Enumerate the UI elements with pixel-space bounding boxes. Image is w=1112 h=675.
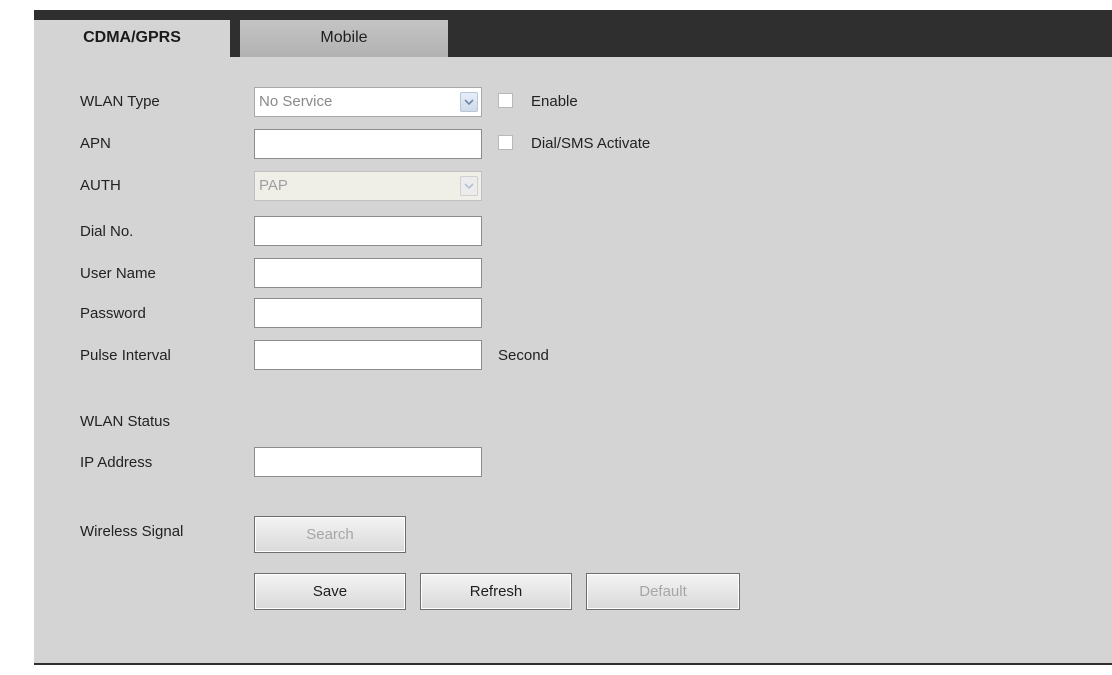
wireless-signal-label: Wireless Signal bbox=[80, 523, 184, 540]
chevron-down-icon[interactable] bbox=[460, 176, 478, 196]
dial-no-input[interactable] bbox=[254, 216, 482, 246]
dial-sms-activate-label: Dial/SMS Activate bbox=[531, 135, 651, 152]
dial-no-label: Dial No. bbox=[80, 223, 134, 240]
refresh-button[interactable]: Refresh bbox=[420, 573, 572, 610]
wlan-status-label: WLAN Status bbox=[80, 413, 171, 430]
ip-address-label: IP Address bbox=[80, 454, 153, 471]
tab-cdma-gprs[interactable]: CDMA/GPRS bbox=[34, 20, 230, 57]
apn-label: APN bbox=[80, 135, 111, 152]
auth-selected: PAP bbox=[259, 177, 288, 194]
apn-input[interactable] bbox=[254, 129, 482, 159]
password-label: Password bbox=[80, 305, 146, 322]
settings-panel: WLAN Type No Service Enable APN Dial/SMS… bbox=[34, 57, 1112, 663]
user-name-input[interactable] bbox=[254, 258, 482, 288]
ip-address-input[interactable] bbox=[254, 447, 482, 477]
enable-checkbox[interactable] bbox=[498, 93, 513, 108]
search-button[interactable]: Search bbox=[254, 516, 406, 553]
pulse-interval-input[interactable] bbox=[254, 340, 482, 370]
wlan-type-selected: No Service bbox=[259, 93, 333, 110]
settings-window: CDMA/GPRS Mobile WLAN Type No Service En… bbox=[34, 10, 1112, 665]
password-input[interactable] bbox=[254, 298, 482, 328]
pulse-interval-label: Pulse Interval bbox=[80, 347, 171, 364]
wlan-type-select[interactable]: No Service bbox=[254, 87, 482, 117]
auth-select[interactable]: PAP bbox=[254, 171, 482, 201]
enable-label: Enable bbox=[531, 93, 578, 110]
wlan-type-label: WLAN Type bbox=[80, 93, 160, 110]
auth-label: AUTH bbox=[80, 177, 121, 194]
user-name-label: User Name bbox=[80, 265, 156, 282]
tab-bar: CDMA/GPRS Mobile bbox=[34, 10, 1112, 57]
pulse-interval-unit: Second bbox=[498, 347, 549, 364]
dial-sms-activate-checkbox[interactable] bbox=[498, 135, 513, 150]
tab-mobile[interactable]: Mobile bbox=[240, 20, 448, 57]
chevron-down-icon[interactable] bbox=[460, 92, 478, 112]
save-button[interactable]: Save bbox=[254, 573, 406, 610]
default-button[interactable]: Default bbox=[586, 573, 740, 610]
